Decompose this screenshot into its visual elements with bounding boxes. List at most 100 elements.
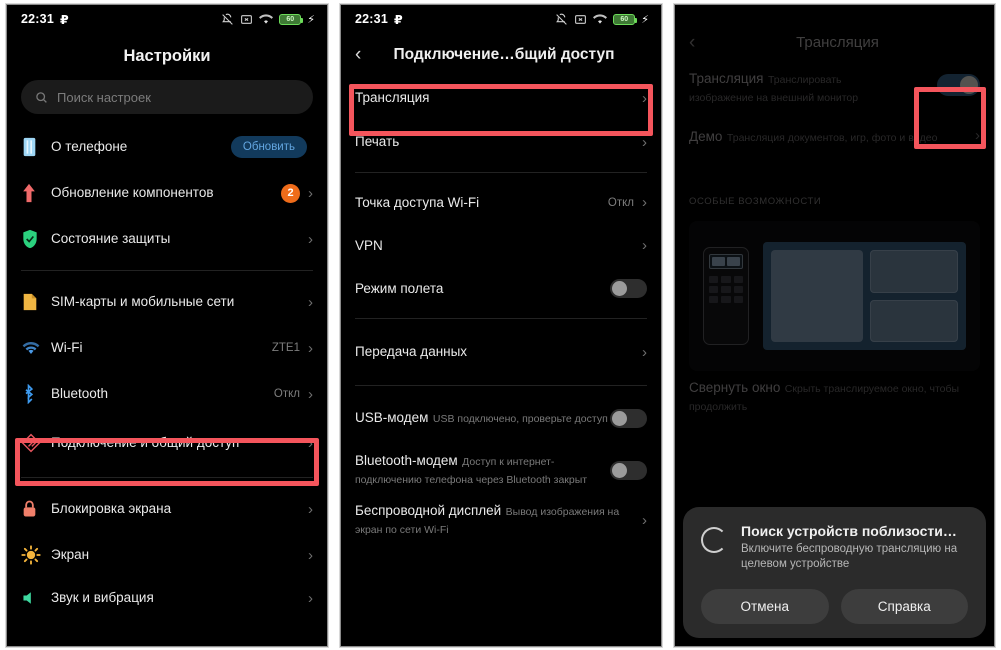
phone-screen-settings: 22:31 ₽ 60 ⚡ Настройки Поиск настроек О … — [0, 0, 334, 650]
chevron-right-icon: › — [642, 194, 647, 211]
settings-row-sound-vibration[interactable]: Звук и вибрация › — [7, 578, 327, 618]
row-label: Точка доступа Wi-Fi — [355, 194, 480, 210]
row-label: Беспроводной дисплей — [355, 503, 502, 518]
row-value: Откл — [273, 388, 300, 400]
lock-icon — [21, 499, 51, 519]
row-label: Печать — [355, 134, 400, 149]
up-arrow-icon — [21, 183, 51, 203]
sim-card-icon — [21, 292, 51, 312]
settings-row-lock-screen[interactable]: Блокировка экрана › — [7, 486, 327, 532]
divider — [355, 172, 647, 173]
row-label: Wi-Fi — [51, 340, 83, 355]
row-label: Трансляция — [355, 90, 430, 105]
settings-row-connection-share[interactable]: Подключение и общий доступ › — [7, 417, 327, 469]
row-label: Режим полета — [355, 280, 444, 296]
settings-row-component-update[interactable]: Обновление компонентов 2 › — [7, 170, 327, 216]
chevron-right-icon: › — [642, 133, 647, 151]
status-time: 22:31 — [355, 12, 388, 26]
update-button[interactable]: Обновить — [230, 136, 307, 158]
settings-row-display[interactable]: Экран › — [7, 532, 327, 578]
chevron-right-icon: › — [308, 589, 313, 607]
page-title: Подключение…бщий доступ — [393, 45, 615, 63]
chevron-right-icon: › — [308, 184, 313, 202]
row-print[interactable]: Печать › — [341, 120, 661, 164]
divider — [355, 318, 647, 319]
no-sim-icon — [241, 14, 253, 24]
bluetooth-tethering-toggle[interactable] — [610, 460, 647, 480]
settings-row-sim-networks[interactable]: SIM-карты и мобильные сети › — [7, 279, 327, 325]
back-button[interactable]: ‹ — [355, 45, 381, 64]
shield-check-icon — [21, 229, 51, 249]
row-label: Блокировка экрана — [51, 501, 172, 516]
loading-spinner-icon — [701, 526, 727, 553]
sound-icon — [21, 589, 51, 607]
dialog-title: Поиск устройств поблизости… — [741, 522, 957, 539]
chevron-right-icon: › — [642, 89, 647, 107]
phone-screen-cast: ‹ Трансляция Трансляция Транслировать из… — [668, 0, 1001, 650]
row-data-usage[interactable]: Передача данных › — [341, 327, 661, 377]
cancel-button[interactable]: Отмена — [701, 589, 829, 624]
no-sim-icon — [575, 14, 587, 24]
settings-row-bluetooth[interactable]: Bluetooth Откл › — [7, 371, 327, 417]
chevron-right-icon: › — [642, 237, 647, 254]
row-airplane-mode[interactable]: Режим полета — [341, 267, 661, 310]
search-input[interactable]: Поиск настроек — [21, 80, 313, 114]
wifi-icon — [21, 340, 51, 356]
battery-icon: 60 — [613, 13, 638, 25]
status-badge: 2 — [281, 183, 300, 203]
search-placeholder: Поиск настроек — [57, 89, 151, 105]
brightness-icon — [21, 545, 51, 565]
row-label: Состояние защиты — [51, 231, 171, 246]
chevron-right-icon: › — [308, 230, 313, 248]
search-icon — [35, 91, 48, 104]
chevron-right-icon: › — [308, 385, 313, 403]
chevron-right-icon: › — [642, 511, 647, 529]
chevron-right-icon: › — [308, 293, 313, 311]
row-bluetooth-tethering[interactable]: Bluetooth-модем Доступ к интернет-подклю… — [341, 442, 661, 498]
wifi-icon — [593, 14, 608, 24]
screenshot-collage: 22:31 ₽ 60 ⚡ Настройки Поиск настроек О … — [0, 0, 1001, 650]
chevron-right-icon: › — [308, 500, 313, 518]
row-cast[interactable]: Трансляция › — [341, 76, 661, 120]
nav-header: ‹ Подключение…бщий доступ — [341, 33, 661, 76]
currency-icon: ₽ — [393, 12, 403, 27]
help-button[interactable]: Справка — [840, 589, 968, 624]
row-subtitle: USB подключено, проверьте доступ — [432, 413, 608, 425]
chevron-right-icon: › — [308, 546, 313, 564]
row-label: Bluetooth-модем — [355, 453, 458, 468]
dialog-message: Включите беспроводную трансляцию на целе… — [741, 542, 958, 571]
row-label: Передача данных — [355, 344, 468, 359]
row-usb-tethering[interactable]: USB-модем USB подключено, проверьте дост… — [341, 394, 661, 442]
row-label: USB-модем — [355, 410, 429, 425]
row-wifi-hotspot[interactable]: Точка доступа Wi-Fi Откл › — [341, 181, 661, 224]
page-title: Настройки — [123, 47, 211, 65]
row-label: Экран — [51, 547, 90, 562]
row-label: Подключение и общий доступ — [51, 435, 240, 450]
settings-row-security-status[interactable]: Состояние защиты › — [7, 216, 327, 262]
charging-bolt-icon: ⚡ — [307, 13, 315, 26]
divider — [21, 270, 313, 271]
usb-tethering-toggle[interactable] — [610, 408, 647, 428]
bell-off-icon — [222, 13, 234, 25]
searching-devices-dialog: Поиск устройств поблизости… Включите бес… — [683, 506, 986, 638]
status-bar: 22:31 ₽ 60 ⚡ — [341, 5, 661, 33]
settings-row-about-phone[interactable]: О телефоне Обновить — [7, 124, 327, 170]
divider — [355, 385, 647, 386]
status-bar: 22:31 ₽ 60 ⚡ — [7, 5, 327, 33]
settings-row-wifi[interactable]: Wi-Fi ZTE1 › — [7, 325, 327, 371]
chevron-right-icon: › — [308, 339, 313, 357]
row-label: VPN — [355, 237, 383, 253]
row-label: Bluetooth — [51, 386, 109, 401]
phone-screen-connection-sharing: 22:31 ₽ 60 ⚡ ‹ Подключение…бщий доступ Т… — [334, 0, 668, 650]
row-vpn[interactable]: VPN › — [341, 224, 661, 267]
battery-icon: 60 — [279, 13, 304, 25]
chevron-right-icon: › — [308, 434, 313, 452]
wifi-icon — [259, 14, 274, 24]
chevron-right-icon: › — [642, 343, 647, 361]
connection-share-icon — [21, 433, 51, 453]
row-label: О телефоне — [51, 139, 128, 154]
divider — [21, 477, 313, 478]
bluetooth-icon — [21, 384, 51, 404]
row-wireless-display[interactable]: Беспроводной дисплей Вывод изображения н… — [341, 498, 661, 542]
airplane-mode-toggle[interactable] — [610, 279, 647, 298]
